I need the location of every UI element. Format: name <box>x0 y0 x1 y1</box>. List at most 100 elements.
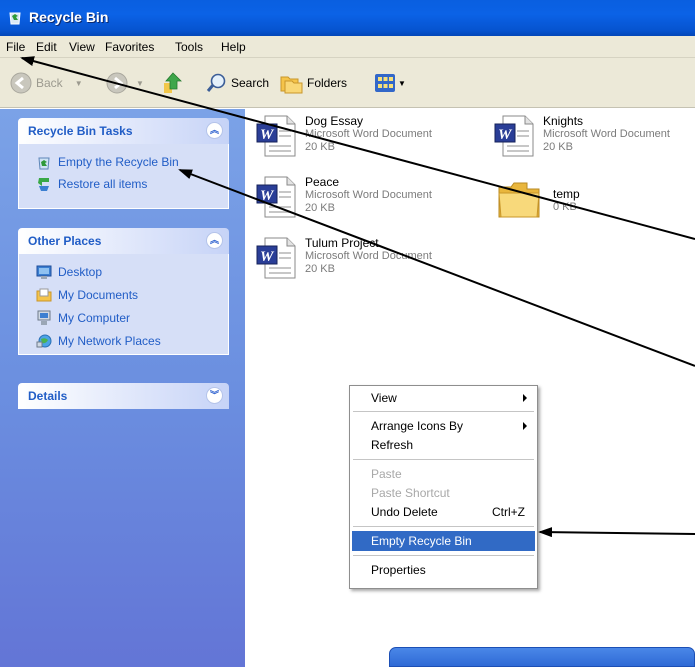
menu-separator <box>353 459 534 460</box>
title-bar[interactable]: Recycle Bin <box>0 0 695 36</box>
up-folder-icon <box>164 72 182 93</box>
context-menu-undo-delete[interactable]: Undo Delete Ctrl+Z <box>352 502 535 522</box>
svg-text:W: W <box>260 188 275 204</box>
context-menu-empty-recycle-bin[interactable]: Empty Recycle Bin <box>352 531 535 551</box>
file-size: 20 KB <box>543 141 573 153</box>
submenu-arrow-icon <box>523 422 527 430</box>
file-name: temp <box>553 187 580 201</box>
collapse-icon[interactable]: ︽ <box>206 232 223 249</box>
search-button[interactable]: Search <box>206 72 269 94</box>
back-dropdown-icon[interactable]: ▼ <box>75 79 83 88</box>
context-menu-view[interactable]: View <box>352 388 535 408</box>
search-label: Search <box>231 76 270 90</box>
recycle-bin-icon <box>9 12 21 25</box>
back-button[interactable]: Back ▼ <box>10 72 83 94</box>
other-places-panel: Desktop My Documents My Computer My Netw… <box>18 254 229 355</box>
back-arrow-icon <box>10 72 32 94</box>
recycle-bin-tasks-header[interactable]: Recycle Bin Tasks ︽ <box>18 118 229 144</box>
desktop-link[interactable]: Desktop <box>36 264 102 280</box>
file-peace[interactable]: W Peace Microsoft Word Document 20 KB <box>255 175 432 219</box>
file-tulum-project[interactable]: W Tulum Project Microsoft Word Document … <box>255 236 432 280</box>
menu-help[interactable]: Help <box>221 40 246 54</box>
word-document-icon: W <box>256 237 296 279</box>
context-menu: View Arrange Icons By Refresh Paste Past… <box>349 385 538 589</box>
details-title: Details <box>28 389 68 403</box>
folder-icon <box>498 182 540 218</box>
folders-label: Folders <box>307 76 348 90</box>
forward-arrow-icon <box>106 72 128 94</box>
desktop-icon <box>36 265 52 279</box>
word-document-icon: W <box>256 176 296 218</box>
my-network-places-link[interactable]: My Network Places <box>36 333 161 349</box>
window-title: Recycle Bin <box>29 9 109 25</box>
file-dog-essay[interactable]: W Dog Essay Microsoft Word Document 20 K… <box>255 114 432 158</box>
menu-separator <box>353 411 534 412</box>
forward-dropdown-icon[interactable]: ▼ <box>136 79 144 88</box>
other-places-title: Other Places <box>28 234 102 248</box>
menu-item-label: Paste Shortcut <box>371 486 450 500</box>
restore-all-items-task[interactable]: Restore all items <box>36 176 147 192</box>
menu-item-label: Refresh <box>371 438 414 452</box>
empty-recycle-bin-icon <box>38 157 50 170</box>
svg-text:W: W <box>260 127 275 143</box>
context-menu-arrange-icons-by[interactable]: Arrange Icons By <box>352 416 535 436</box>
collapse-icon[interactable]: ︽ <box>206 122 223 139</box>
menu-item-label: Empty Recycle Bin <box>371 534 472 548</box>
folders-button[interactable]: Folders <box>280 72 347 94</box>
menu-file[interactable]: File <box>6 40 25 54</box>
menu-separator <box>353 555 534 556</box>
my-documents-icon <box>36 288 52 302</box>
back-label: Back <box>36 76 63 90</box>
file-type: Microsoft Word Document <box>305 128 432 140</box>
file-size: 0 KB <box>553 201 577 213</box>
menu-bar: File Edit View Favorites Tools Help <box>0 36 695 58</box>
desktop-label: Desktop <box>58 265 103 279</box>
other-places-header[interactable]: Other Places ︽ <box>18 228 229 254</box>
file-size: 20 KB <box>305 141 335 153</box>
menu-item-shortcut: Ctrl+Z <box>492 505 525 519</box>
recycle-bin-tasks-title: Recycle Bin Tasks <box>28 124 133 138</box>
views-dropdown-icon[interactable]: ▼ <box>398 79 406 88</box>
menu-view[interactable]: View <box>69 40 95 54</box>
context-menu-refresh[interactable]: Refresh <box>352 435 535 455</box>
folder-temp[interactable]: temp 0 KB <box>497 179 580 219</box>
file-name: Knights <box>543 114 584 128</box>
views-button[interactable]: ▼ <box>374 72 406 94</box>
menu-item-label: Undo Delete <box>371 505 438 519</box>
context-menu-paste[interactable]: Paste <box>352 464 535 484</box>
menu-tools[interactable]: Tools <box>175 40 203 54</box>
svg-text:W: W <box>260 249 275 265</box>
context-menu-properties[interactable]: Properties <box>352 560 535 580</box>
restore-icon <box>38 178 49 191</box>
menu-edit[interactable]: Edit <box>36 40 57 54</box>
file-knights[interactable]: W Knights Microsoft Word Document 20 KB <box>493 114 670 158</box>
menu-item-label: Arrange Icons By <box>371 419 464 433</box>
file-size: 20 KB <box>305 202 335 214</box>
forward-button[interactable]: ▼ <box>106 72 144 94</box>
up-folder-button[interactable] <box>162 71 184 95</box>
toolbar: Back ▼ ▼ Search Folders ▼ <box>0 58 695 108</box>
expand-icon[interactable]: ︾ <box>206 387 223 404</box>
word-document-icon: W <box>494 115 534 157</box>
menu-favorites[interactable]: Favorites <box>105 40 154 54</box>
my-documents-link[interactable]: My Documents <box>36 287 138 303</box>
my-computer-link[interactable]: My Computer <box>36 310 130 326</box>
submenu-arrow-icon <box>523 394 527 402</box>
search-icon <box>206 73 226 92</box>
empty-recycle-bin-label: Empty the Recycle Bin <box>58 155 179 169</box>
word-document-icon: W <box>256 115 296 157</box>
menu-separator <box>353 526 534 527</box>
file-type: Microsoft Word Document <box>543 128 670 140</box>
file-name: Tulum Project <box>305 236 379 250</box>
svg-text:W: W <box>498 127 513 143</box>
empty-recycle-bin-task[interactable]: Empty the Recycle Bin <box>36 154 179 170</box>
menu-item-label: Properties <box>371 563 426 577</box>
details-header[interactable]: Details ︾ <box>18 383 229 409</box>
menu-item-label: Paste <box>371 467 402 481</box>
window-edge-fragment <box>389 647 695 667</box>
recycle-bin-tasks-panel: Empty the Recycle Bin Restore all items <box>18 144 229 209</box>
task-pane: Recycle Bin Tasks ︽ Empty the Recycle Bi… <box>0 109 245 667</box>
network-places-icon <box>36 334 52 348</box>
context-menu-paste-shortcut[interactable]: Paste Shortcut <box>352 483 535 503</box>
views-icon <box>375 74 395 92</box>
